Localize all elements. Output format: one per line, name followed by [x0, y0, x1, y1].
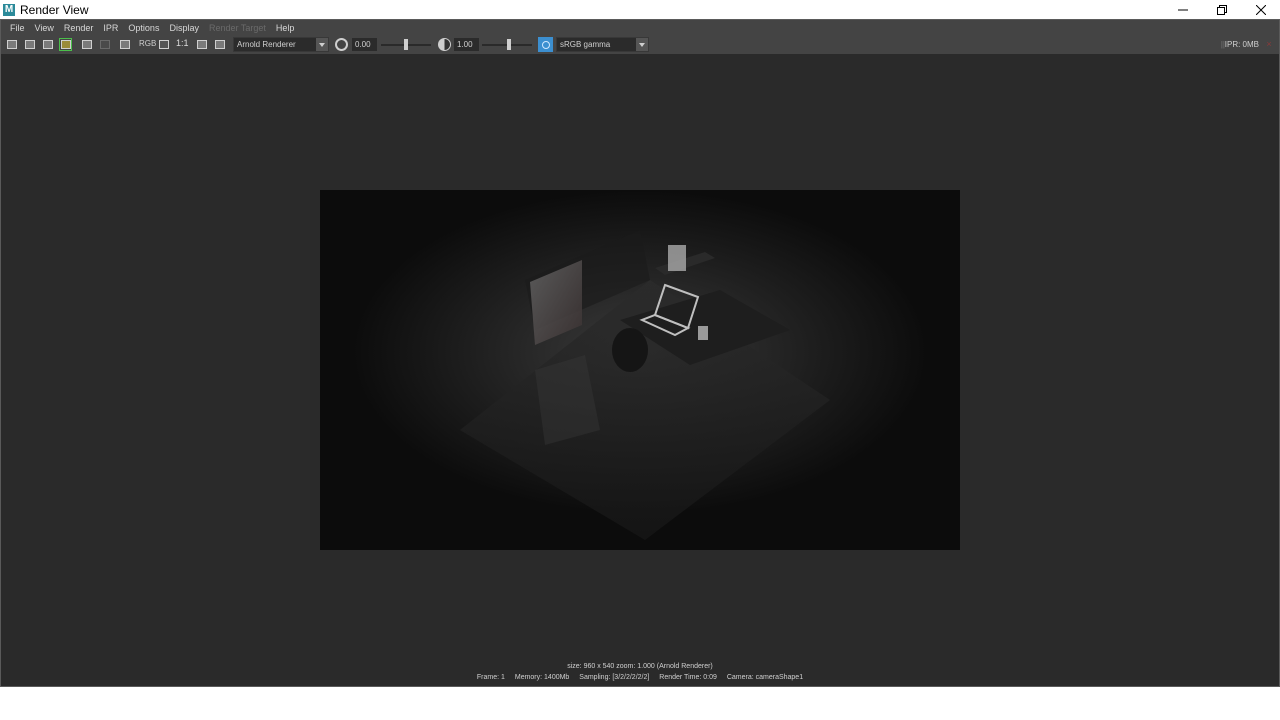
menu-bar: File View Render IPR Options Display Ren…: [1, 20, 1279, 36]
books: [668, 245, 686, 271]
title-bar: M Render View: [0, 0, 1280, 19]
refresh-ipr-button[interactable]: [80, 38, 93, 51]
sampling-status: Sampling: [3/2/2/2/2/2]: [579, 674, 650, 681]
render-view-window: File View Render IPR Options Display Ren…: [0, 19, 1280, 687]
color-management-icon: [541, 40, 550, 49]
gamma-icon[interactable]: [438, 38, 451, 51]
renderer-label: Arnold Renderer: [237, 40, 296, 49]
clapper-icon: [6, 40, 17, 49]
exposure-field[interactable]: 0.00: [352, 38, 377, 51]
ipr-render-button[interactable]: [59, 38, 72, 51]
restore-icon: [1216, 4, 1227, 15]
render-region-icon: [24, 40, 35, 49]
exposure-slider-handle[interactable]: [404, 39, 408, 50]
ipr-memory-status: IPR: 0MB: [1224, 40, 1259, 49]
compare-icon: [214, 40, 225, 49]
clapper-refresh-icon: [81, 40, 92, 49]
render-time-status: Render Time: 0:09: [659, 674, 717, 681]
render-scene: [320, 190, 960, 550]
rgb-channel-button[interactable]: RGB: [139, 39, 156, 48]
render-viewport[interactable]: size: 960 x 540 zoom: 1.000 (Arnold Rend…: [1, 54, 1279, 686]
menu-options[interactable]: Options: [123, 23, 164, 33]
menu-ipr[interactable]: IPR: [98, 23, 123, 33]
menu-file[interactable]: File: [5, 23, 30, 33]
close-ipr-icon[interactable]: ×: [1264, 39, 1274, 49]
keep-image-button[interactable]: [118, 38, 131, 51]
keep-image-icon: [119, 40, 130, 49]
menu-render-target: Render Target: [208, 23, 266, 33]
camera-status: Camera: cameraShape1: [726, 674, 804, 681]
alpha-channel-button[interactable]: [157, 38, 170, 51]
toolbar: RGB 1:1 Arnold Renderer 0.00 1.00 sRGB g…: [1, 36, 1279, 54]
renderer-dropdown[interactable]: Arnold Renderer: [233, 37, 329, 52]
frame-icon: [196, 40, 207, 49]
maya-logo-icon: M: [3, 3, 15, 16]
close-button[interactable]: [1241, 0, 1280, 19]
memory-status: Memory: 1400Mb: [514, 674, 570, 681]
ipr-icon: [60, 40, 71, 49]
display-settings-button[interactable]: [195, 38, 208, 51]
menu-display[interactable]: Display: [164, 23, 204, 33]
redo-render-button[interactable]: [5, 38, 18, 51]
size-status: size: 960 x 540 zoom: 1.000 (Arnold Rend…: [567, 663, 713, 670]
mug: [698, 326, 708, 340]
gamma-field[interactable]: 1.00: [454, 38, 479, 51]
gamma-slider[interactable]: [482, 39, 532, 50]
close-icon: [1255, 4, 1266, 15]
exposure-reset-icon[interactable]: [335, 38, 348, 51]
view-transform-dropdown[interactable]: sRGB gamma: [556, 37, 649, 52]
chevron-down-icon: [316, 38, 328, 51]
view-transform-label: sRGB gamma: [560, 40, 611, 49]
color-management-button[interactable]: [538, 37, 553, 52]
chair: [612, 328, 648, 372]
real-size-button[interactable]: 1:1: [176, 38, 189, 48]
minimize-icon: [1177, 9, 1188, 10]
minimize-button[interactable]: [1163, 0, 1202, 19]
menu-render[interactable]: Render: [59, 23, 99, 33]
chevron-down-icon: [636, 38, 648, 51]
window-controls: [1163, 0, 1280, 19]
render-region-button[interactable]: [23, 38, 36, 51]
menu-view[interactable]: View: [30, 23, 59, 33]
rendered-image: [320, 190, 960, 550]
gamma-slider-handle[interactable]: [507, 39, 512, 50]
camera-icon: [42, 40, 53, 49]
render-stats: Frame: 1 Memory: 1400Mb Sampling: [3/2/2…: [1, 674, 1279, 681]
menu-help[interactable]: Help: [271, 23, 300, 33]
alpha-icon: [158, 40, 169, 49]
stop-icon: [99, 40, 110, 49]
window-title: Render View: [20, 2, 89, 17]
compare-button[interactable]: [213, 38, 226, 51]
snapshot-button[interactable]: [41, 38, 54, 51]
stop-button[interactable]: [98, 38, 111, 51]
restore-button[interactable]: [1202, 0, 1241, 19]
exposure-slider[interactable]: [381, 39, 431, 50]
frame-status: Frame: 1: [476, 674, 505, 681]
